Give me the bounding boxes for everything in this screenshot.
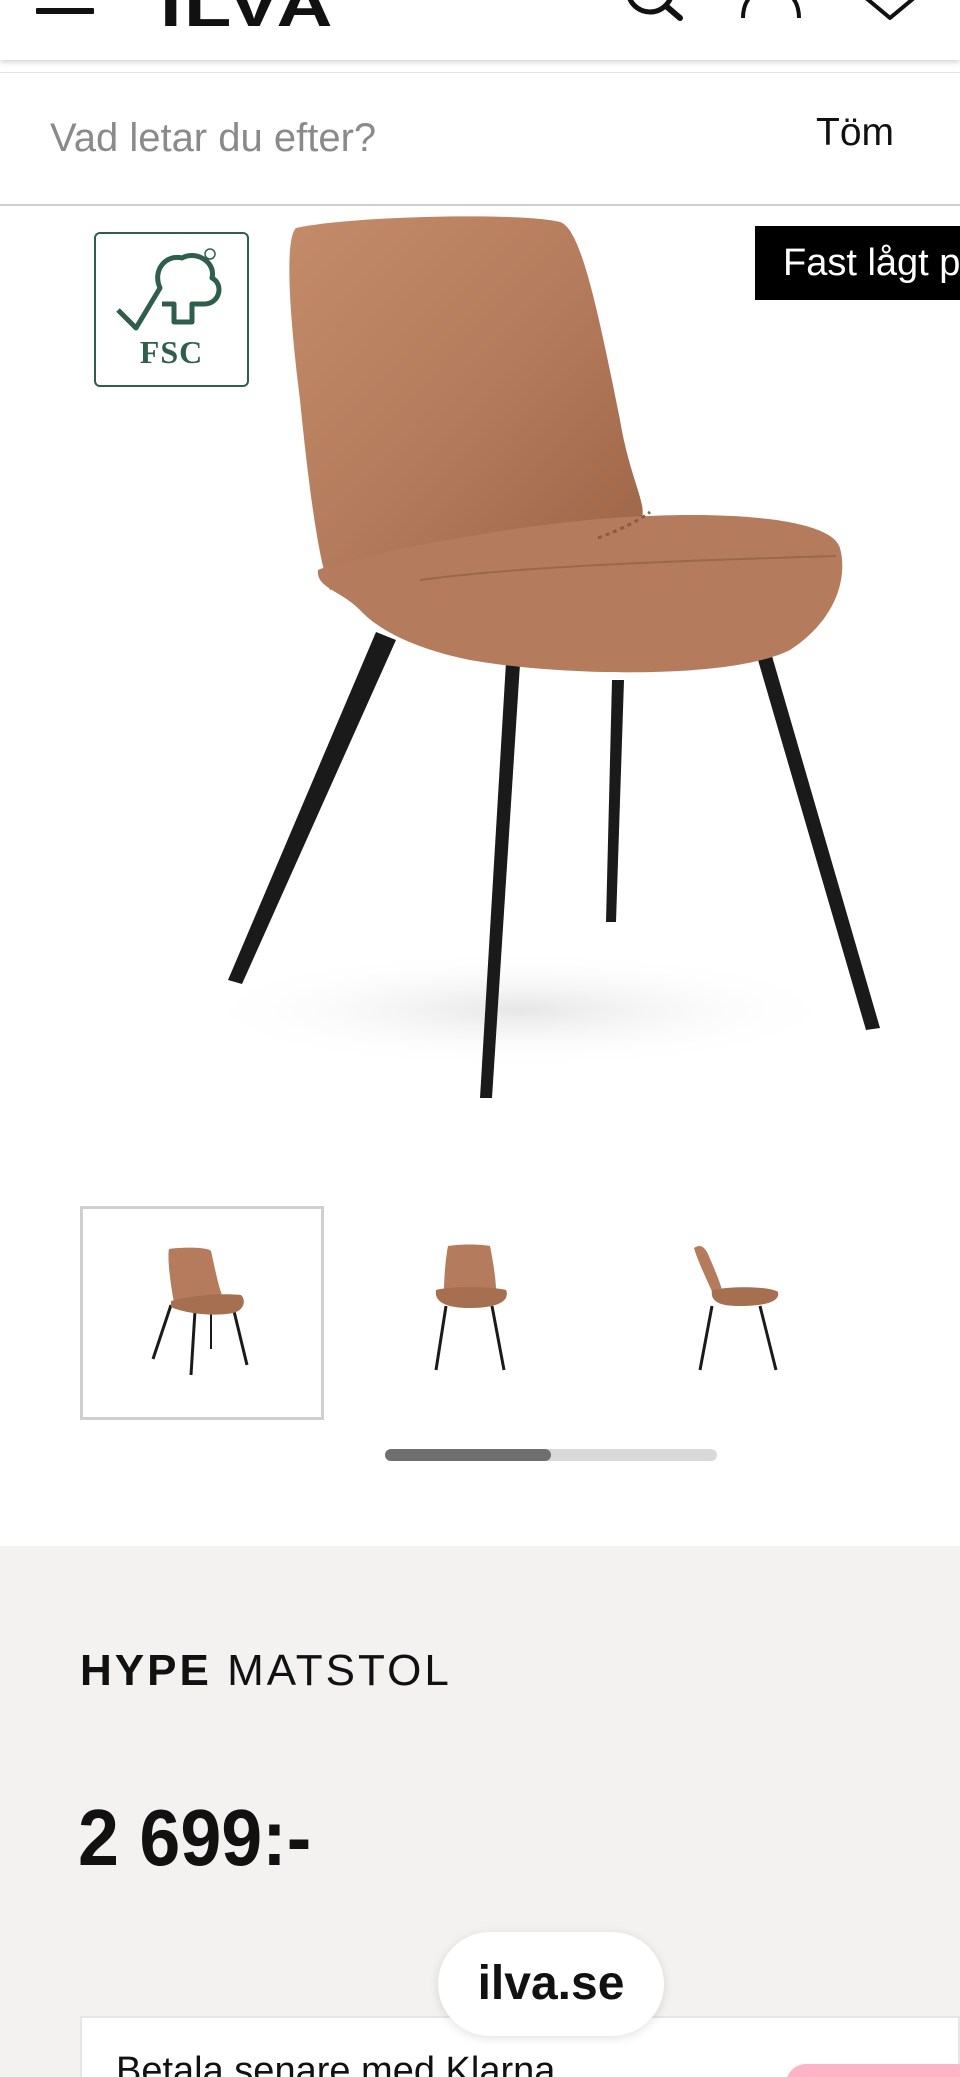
product-price: 2 699:- xyxy=(78,1793,312,1882)
search-input[interactable] xyxy=(50,103,770,173)
fsc-tree-icon xyxy=(116,248,222,331)
klarna-text: Betala senare med Klarna xyxy=(116,2050,556,2077)
thumbnail-1[interactable] xyxy=(80,1206,324,1420)
site-logo[interactable]: ILVA xyxy=(160,0,335,41)
thumbnail-scrollbar-thumb[interactable] xyxy=(385,1449,551,1461)
chair-thumbnail-image xyxy=(694,1246,779,1371)
menu-icon[interactable] xyxy=(36,4,94,18)
clear-search-button[interactable]: Töm xyxy=(816,111,894,155)
thumbnail-3[interactable] xyxy=(620,1206,864,1420)
fsc-label: FSC xyxy=(139,334,204,370)
browser-domain-pill[interactable]: ilva.se xyxy=(438,1932,664,2036)
product-name: HYPE MATSTOL xyxy=(80,1646,452,1696)
chair-thumbnail-image xyxy=(434,1244,507,1371)
klarna-badge xyxy=(786,2064,960,2077)
price-ribbon: Fast lågt pr xyxy=(755,226,960,300)
fsc-badge: FSC xyxy=(94,232,249,387)
site-header: ILVA xyxy=(0,0,960,60)
product-type: MATSTOL xyxy=(227,1646,452,1695)
thumbnail-scrollbar[interactable] xyxy=(385,1449,717,1461)
product-brand: HYPE xyxy=(80,1646,212,1695)
thumbnail-2[interactable] xyxy=(350,1206,594,1420)
heart-icon[interactable] xyxy=(862,0,918,28)
product-image[interactable]: FSC Fast lågt pr xyxy=(0,208,960,1108)
chair-thumbnail-image xyxy=(151,1247,249,1376)
search-icon[interactable] xyxy=(624,0,684,28)
account-icon[interactable] xyxy=(738,0,804,28)
search-bar: Töm xyxy=(0,72,960,206)
